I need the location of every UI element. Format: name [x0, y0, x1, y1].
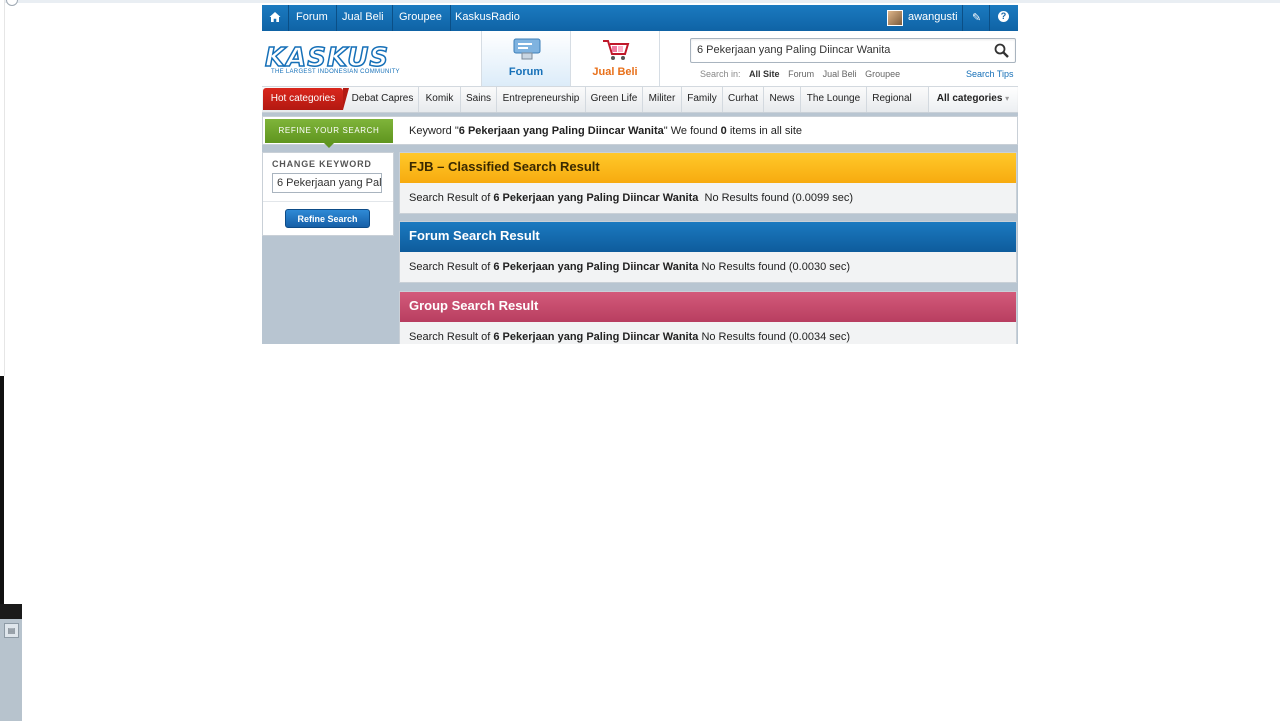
- tab-forum-label: Forum: [508, 66, 544, 78]
- search-in-label: Search in:: [700, 69, 741, 79]
- search-input[interactable]: 6 Pekerjaan yang Paling Diincar Wanita: [690, 38, 1016, 63]
- all-categories-label: All categories: [936, 93, 1003, 104]
- home-icon: [269, 12, 281, 22]
- all-categories-dropdown[interactable]: All categories ▾: [928, 87, 1017, 112]
- logo-text: KASKUS: [264, 43, 390, 73]
- refine-search-bar: REFINE YOUR SEARCH Keyword "6 Pekerjaan …: [262, 116, 1018, 148]
- search-icon[interactable]: [994, 43, 1009, 58]
- username-link[interactable]: awangusti: [908, 5, 958, 31]
- forum-result-panel: Forum Search Result Search Result of 6 P…: [399, 221, 1017, 283]
- group-result-title: Group Search Result: [400, 292, 1016, 322]
- category-curhat[interactable]: Curhat: [723, 87, 764, 112]
- fjb-result-body: Search Result of 6 Pekerjaan yang Paling…: [400, 183, 1016, 213]
- group-result-body: Search Result of 6 Pekerjaan yang Paling…: [400, 322, 1016, 344]
- category-regional[interactable]: Regional: [867, 87, 917, 112]
- logo-tagline: THE LARGEST INDONESIAN COMMUNITY: [271, 69, 400, 75]
- avatar[interactable]: [887, 10, 903, 26]
- topnav-divider: [989, 5, 990, 31]
- keyword-text: 6 Pekerjaan yang Paling Diincar Wanita: [458, 125, 664, 137]
- left-edge-strip: [0, 0, 5, 376]
- search-scope: Search in: All Site Forum Jual Beli Grou…: [700, 69, 906, 79]
- group-result-panel: Group Search Result Search Result of 6 P…: [399, 291, 1017, 344]
- forum-icon: [513, 38, 541, 60]
- fjb-result-status: No Results found (0.0099 sec): [704, 192, 854, 204]
- search-scope-groupee[interactable]: Groupee: [865, 69, 900, 79]
- topnav-jualbeli-link[interactable]: Jual Beli: [334, 5, 393, 31]
- keyword-summary: Keyword "6 Pekerjaan yang Paling Diincar…: [409, 125, 802, 137]
- document-icon[interactable]: ▤: [4, 623, 19, 638]
- top-navbar: Forum Jual Beli Groupee KaskusRadio awan…: [262, 5, 1018, 31]
- category-entrepreneurship[interactable]: Entrepreneurship: [497, 87, 586, 112]
- topnav-forum-link[interactable]: Forum: [288, 5, 337, 31]
- category-debat-capres[interactable]: Debat Capres: [347, 87, 419, 112]
- site-header: KASKUS THE LARGEST INDONESIAN COMMUNITY …: [262, 31, 1018, 86]
- pencil-icon[interactable]: ✎: [972, 11, 981, 24]
- category-green-life[interactable]: Green Life: [586, 87, 643, 112]
- left-taskbar-strip: [0, 604, 22, 619]
- fjb-result-panel: FJB – Classified Search Result Search Re…: [399, 152, 1017, 214]
- category-sains[interactable]: Sains: [461, 87, 497, 112]
- home-button[interactable]: [262, 5, 289, 31]
- tab-jualbeli-label: Jual Beli: [592, 66, 638, 78]
- group-result-status: No Results found (0.0034 sec): [701, 331, 851, 343]
- topnav-divider: [962, 5, 963, 31]
- left-edge-dark-strip: [0, 376, 4, 604]
- search-scope-jualbeli[interactable]: Jual Beli: [823, 69, 857, 79]
- category-news[interactable]: News: [764, 87, 801, 112]
- refine-your-search-tab[interactable]: REFINE YOUR SEARCH: [265, 119, 393, 148]
- chevron-down-icon: ▾: [1005, 94, 1010, 103]
- tab-jualbeli[interactable]: Jual Beli: [570, 31, 660, 86]
- topnav-groupee-link[interactable]: Groupee: [391, 5, 451, 31]
- fjb-result-title: FJB – Classified Search Result: [400, 153, 1016, 183]
- category-komik[interactable]: Komik: [419, 87, 461, 112]
- category-family[interactable]: Family: [682, 87, 723, 112]
- search-tips-link[interactable]: Search Tips: [966, 69, 1014, 79]
- shopping-cart-icon: [603, 40, 630, 60]
- left-panel: ▤: [0, 619, 22, 721]
- search-scope-forum[interactable]: Forum: [788, 69, 814, 79]
- change-keyword-panel: CHANGE KEYWORD 6 Pekerjaan yang Paling D…: [262, 152, 394, 236]
- divider: [263, 201, 393, 202]
- forum-result-title: Forum Search Result: [400, 222, 1016, 252]
- help-icon[interactable]: ?: [998, 11, 1009, 22]
- kaskus-page: Forum Jual Beli Groupee KaskusRadio awan…: [262, 5, 1018, 344]
- hot-categories-button[interactable]: Hot categories: [263, 88, 349, 110]
- search-input-value: 6 Pekerjaan yang Paling Diincar Wanita: [697, 44, 891, 56]
- change-keyword-title: CHANGE KEYWORD: [272, 159, 372, 169]
- forum-result-body: Search Result of 6 Pekerjaan yang Paling…: [400, 252, 1016, 282]
- kaskus-logo[interactable]: KASKUS THE LARGEST INDONESIAN COMMUNITY: [264, 43, 400, 75]
- keyword-input[interactable]: 6 Pekerjaan yang Paling Diincar Wanita: [272, 173, 382, 193]
- category-bar: Hot categories Debat Capres Komik Sains …: [262, 86, 1018, 113]
- window-corner-circle: [6, 0, 18, 6]
- forum-result-status: No Results found (0.0030 sec): [701, 261, 851, 273]
- category-militer[interactable]: Militer: [643, 87, 682, 112]
- window-top-edge: [0, 0, 1280, 3]
- topnav-kaskusradio-link[interactable]: KaskusRadio: [447, 5, 528, 31]
- search-scope-all-site[interactable]: All Site: [749, 69, 780, 79]
- category-the-lounge[interactable]: The Lounge: [801, 87, 867, 112]
- refine-search-button[interactable]: Refine Search: [285, 209, 370, 228]
- tab-forum[interactable]: Forum: [481, 31, 570, 86]
